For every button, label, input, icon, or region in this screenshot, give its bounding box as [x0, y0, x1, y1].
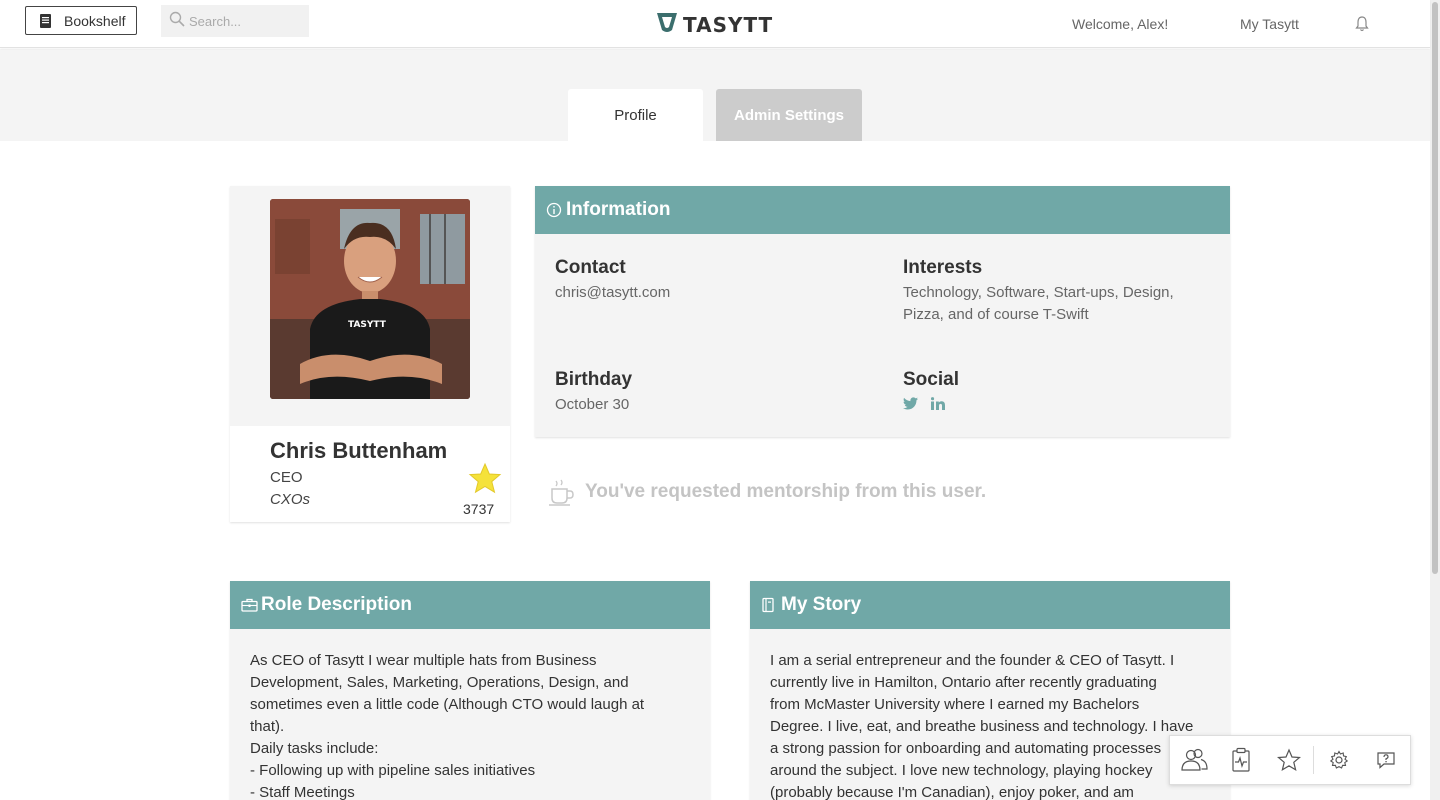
role-line: Development, Sales, Marketing, Operation…: [250, 674, 629, 691]
role-description-header: Role Description: [230, 581, 710, 629]
story-line: Degree. I live, eat, and breathe busines…: [770, 718, 1194, 735]
top-navigation-bar: Bookshelf TASYTT Welcome, Alex! My Tasyt…: [0, 0, 1430, 48]
search-box[interactable]: [161, 5, 309, 37]
profile-group: CXOs: [270, 491, 311, 508]
social-links: [903, 397, 945, 415]
my-story-header: My Story: [750, 581, 1230, 629]
shirt-logo: TASYTT: [348, 320, 387, 330]
my-tasytt-link[interactable]: My Tasytt: [1240, 16, 1299, 32]
book-icon: [38, 13, 54, 29]
bell-icon[interactable]: [1354, 15, 1370, 33]
role-line: - Staff Meetings: [250, 784, 355, 800]
mentorship-status: You've requested mentorship from this us…: [545, 476, 986, 508]
people-icon[interactable]: [1170, 736, 1217, 784]
help-icon[interactable]: [1363, 736, 1410, 784]
story-line: (probably because I'm Canadian), enjoy p…: [770, 784, 1134, 800]
gear-icon[interactable]: [1315, 736, 1362, 784]
story-line: from McMaster University where I earned …: [770, 696, 1140, 713]
tasytt-logo[interactable]: TASYTT: [655, 10, 773, 39]
role-description-panel: Role Description As CEO of Tasytt I wear…: [230, 581, 710, 800]
linkedin-icon[interactable]: [930, 397, 945, 415]
story-line: around the subject. I love new technolog…: [770, 762, 1153, 779]
interests-line-1: Technology, Software, Start-ups, Design,: [903, 284, 1174, 301]
information-header: Information: [535, 186, 1230, 234]
my-story-title: My Story: [781, 594, 862, 615]
birthday-value: October 30: [555, 396, 630, 413]
social-label: Social: [903, 369, 959, 390]
star-outline-icon[interactable]: [1265, 736, 1312, 784]
my-story-body: I am a serial entrepreneur and the found…: [770, 650, 1210, 800]
profile-title: CEO: [270, 469, 303, 486]
story-line: I am a serial entrepreneur and the found…: [770, 652, 1175, 669]
interests-line-2: Pizza, and of course T-Swift: [903, 306, 1089, 323]
profile-name: Chris Buttenham: [270, 438, 448, 463]
birthday-label: Birthday: [555, 369, 633, 390]
profile-info: Chris Buttenham CEO CXOs 3737: [230, 426, 510, 522]
star-icon[interactable]: [468, 462, 502, 496]
information-panel: Information Contact chris@tasytt.com Int…: [535, 186, 1230, 437]
scrollbar-thumb[interactable]: [1432, 2, 1438, 574]
tab-admin-settings[interactable]: Admin Settings: [716, 89, 862, 141]
profile-card: TASYTT Chris Buttenham CEO CXOs 3737: [230, 186, 510, 522]
contact-label: Contact: [555, 257, 626, 278]
logo-text: TASYTT: [683, 12, 774, 37]
logo-shield-icon: [655, 10, 679, 39]
star-count: 3737: [463, 501, 495, 517]
role-description-title: Role Description: [261, 594, 412, 615]
bookshelf-button[interactable]: Bookshelf: [25, 6, 137, 35]
info-icon: [546, 202, 562, 218]
my-story-panel: My Story I am a serial entrepreneur and …: [750, 581, 1230, 800]
mentorship-text: You've requested mentorship from this us…: [585, 481, 987, 502]
role-line: - Following up with pipeline sales initi…: [250, 762, 536, 779]
contact-email[interactable]: chris@tasytt.com: [555, 282, 670, 304]
book-icon: [761, 597, 777, 613]
profile-photo: TASYTT: [270, 199, 470, 399]
role-line: sometimes even a little code (Although C…: [250, 696, 645, 713]
clipboard-pulse-icon[interactable]: [1217, 736, 1264, 784]
twitter-icon[interactable]: [903, 397, 918, 415]
page-scrollbar[interactable]: [1430, 0, 1440, 800]
role-line: As CEO of Tasytt I wear multiple hats fr…: [250, 652, 597, 669]
story-line: currently live in Hamilton, Ontario afte…: [770, 674, 1157, 691]
role-description-body: As CEO of Tasytt I wear multiple hats fr…: [250, 650, 690, 800]
bookshelf-label: Bookshelf: [64, 12, 126, 29]
information-title: Information: [566, 199, 671, 220]
floating-toolbar: [1169, 735, 1411, 785]
search-input[interactable]: [189, 13, 299, 29]
toolbar-divider: [1313, 746, 1315, 774]
welcome-link[interactable]: Welcome, Alex!: [1072, 16, 1168, 32]
role-line: Daily tasks include:: [250, 740, 379, 757]
role-line: that).: [250, 718, 285, 735]
interests-label: Interests: [903, 257, 983, 278]
story-line: a strong passion for onboarding and auto…: [770, 740, 1162, 757]
briefcase-icon: [241, 597, 258, 613]
coffee-cup-icon: [545, 476, 577, 508]
tab-profile[interactable]: Profile: [568, 89, 703, 141]
tab-band: [0, 49, 1430, 141]
search-icon: [169, 11, 185, 32]
